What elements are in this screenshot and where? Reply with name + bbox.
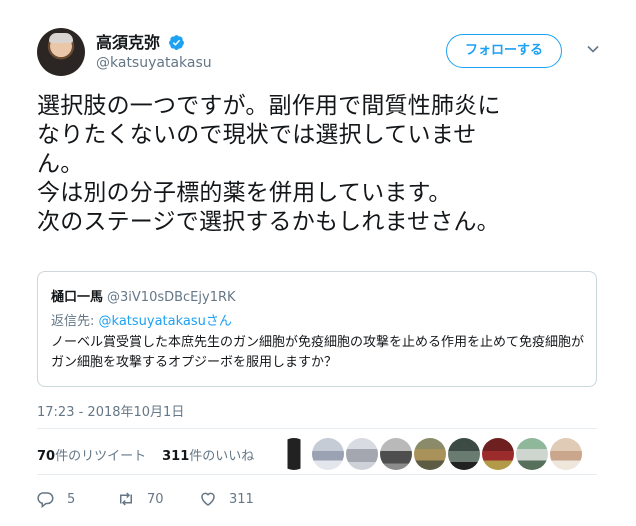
- retweet-count: 70: [147, 491, 164, 507]
- quoted-tweet-text: ノーベル賞受賞した本庶先生のガン細胞が免疫細胞の攻撃を止める作用を止めて免疫細胞…: [51, 335, 585, 370]
- liker-avatar[interactable]: [312, 438, 344, 470]
- reply-count: 5: [67, 491, 76, 507]
- liker-avatar[interactable]: [346, 438, 378, 470]
- liker-avatar[interactable]: [414, 438, 446, 470]
- tweet-text-line: 今は別の分子標的薬を併用しています。: [37, 180, 452, 206]
- quoted-tweet[interactable]: 樋口一馬 @3iV10sDBcEjy1RK 返信先: @katsuyatakasu…: [37, 271, 597, 387]
- follow-button[interactable]: フォローする: [446, 34, 562, 68]
- tweet-text-line: 選択肢の一つですが。副作用で間質性肺炎に: [37, 93, 501, 119]
- tweet-text-line: なりたくないので現状では選択していませ: [37, 122, 477, 148]
- like-count: 311: [229, 491, 254, 507]
- divider: [37, 474, 597, 475]
- reply-action[interactable]: 5: [37, 488, 75, 510]
- liker-avatar[interactable]: [550, 438, 582, 470]
- reply-to-link[interactable]: @katsuyatakasuさん: [99, 314, 232, 329]
- heart-icon: [201, 492, 215, 506]
- tweet-text: 選択肢の一つですが。副作用で間質性肺炎に なりたくないので現状では選択していませ…: [37, 92, 607, 237]
- avatar[interactable]: [37, 28, 85, 76]
- likes-stat-label: 件のいいね: [189, 449, 255, 464]
- retweet-icon: [120, 492, 132, 506]
- like-action[interactable]: 311: [199, 488, 254, 510]
- user-handle[interactable]: @katsuyatakasu: [96, 55, 212, 71]
- liker-avatar[interactable]: [516, 438, 548, 470]
- retweets-stat-count: 70: [37, 449, 56, 464]
- reply-prefix: 返信先:: [51, 314, 99, 329]
- quoted-author-name: 樋口一馬: [51, 290, 104, 305]
- engagement-stats: 70件のリツイート 311件のいいね: [37, 445, 254, 464]
- chevron-down-icon[interactable]: [586, 42, 600, 56]
- reply-to-line: 返信先: @katsuyatakasuさん: [51, 310, 232, 329]
- divider: [37, 428, 597, 429]
- retweets-stat[interactable]: 70件のリツイート: [37, 449, 146, 464]
- quoted-author-handle: @3iV10sDBcEjy1RK: [107, 290, 236, 305]
- liker-avatar[interactable]: [482, 438, 514, 470]
- retweets-stat-label: 件のリツイート: [55, 449, 147, 464]
- likes-stat[interactable]: 311件のいいね: [162, 449, 254, 464]
- liker-avatar[interactable]: [278, 438, 310, 470]
- liker-avatar[interactable]: [380, 438, 412, 470]
- name-row: 高須克弥: [96, 32, 185, 53]
- display-name[interactable]: 高須克弥: [96, 33, 160, 53]
- quoted-author: 樋口一馬 @3iV10sDBcEjy1RK: [51, 286, 236, 305]
- reply-icon: [37, 492, 54, 508]
- tweet-text-line: 次のステージで選択するかもしれませさん。: [37, 209, 500, 235]
- tweet-header: 高須克弥 @katsuyatakasu フォローする: [37, 28, 617, 80]
- tweet-text-line: ん。: [37, 151, 84, 177]
- verified-badge-icon: [169, 35, 185, 50]
- liker-avatar[interactable]: [448, 438, 480, 470]
- tweet-timestamp[interactable]: 17:23 - 2018年10月1日: [37, 401, 184, 420]
- retweet-action[interactable]: 70: [117, 488, 164, 510]
- likes-stat-count: 311: [162, 449, 190, 464]
